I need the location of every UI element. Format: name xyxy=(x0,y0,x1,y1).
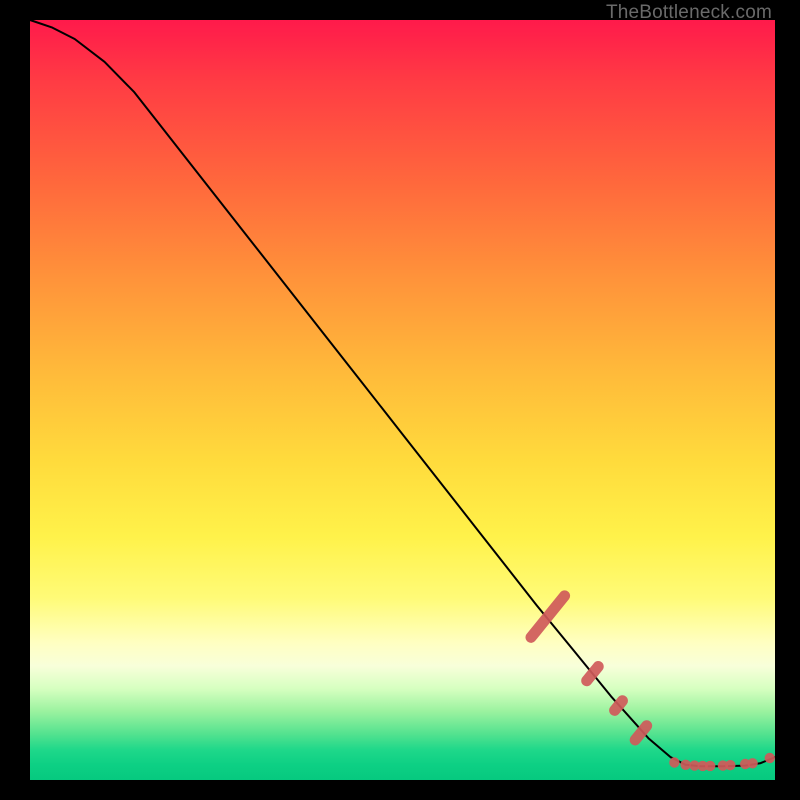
data-markers xyxy=(523,588,775,771)
main-curve xyxy=(30,20,775,766)
chart-svg xyxy=(30,20,775,780)
marker-dot xyxy=(747,758,757,768)
marker-dot xyxy=(680,760,690,770)
marker-dot xyxy=(725,760,735,770)
chart-container: TheBottleneck.com xyxy=(0,0,800,800)
marker-dot xyxy=(765,753,775,763)
marker-cluster xyxy=(627,718,654,748)
plot-area xyxy=(30,20,775,780)
marker-dot xyxy=(705,761,715,771)
marker-dot xyxy=(669,757,679,767)
